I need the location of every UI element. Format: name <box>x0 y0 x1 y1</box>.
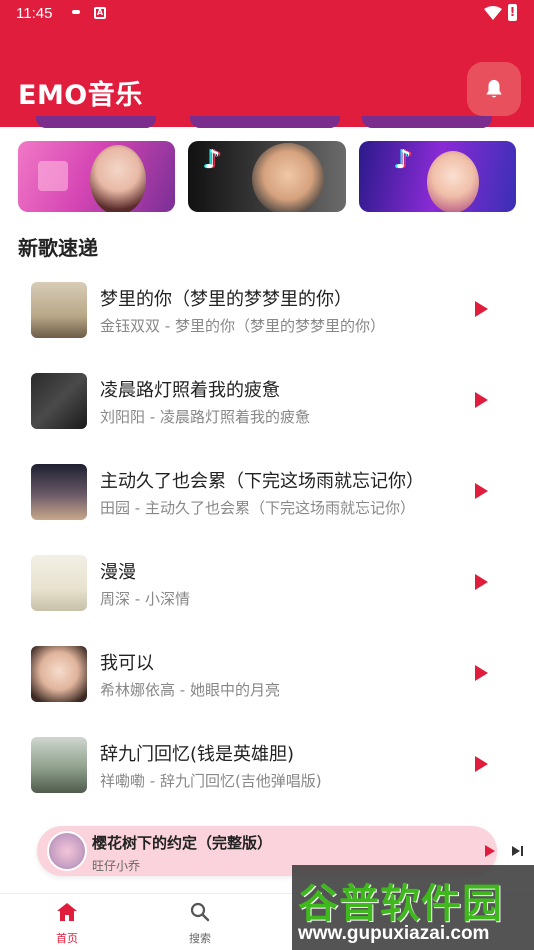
banner-card-2[interactable]: ♪ <box>188 141 346 212</box>
previous-banner-1[interactable] <box>36 116 156 128</box>
song-row[interactable]: 我可以 希林娜依高 - 她眼中的月亮 <box>0 628 534 719</box>
bell-icon <box>486 79 502 98</box>
nav-item-search[interactable]: 搜索 <box>160 900 240 946</box>
song-title: 梦里的你（梦里的梦梦里的你） <box>100 289 352 310</box>
mini-play-button[interactable] <box>483 843 497 859</box>
play-button[interactable] <box>472 391 490 409</box>
watermark-url: www.gupuxiazai.com <box>298 923 490 944</box>
album-cover <box>31 646 87 702</box>
song-artist-album: 希林娜依高 - 她眼中的月亮 <box>100 681 280 699</box>
album-cover <box>31 555 87 611</box>
banner-card-3[interactable]: ♪ <box>359 141 516 212</box>
song-title: 凌晨路灯照着我的疲惫 <box>100 380 280 401</box>
previous-banner-3[interactable] <box>362 116 492 128</box>
tiktok-logo-icon: ♪ <box>204 145 221 175</box>
now-playing-artist: 旺仔小乔 <box>92 859 141 873</box>
song-artist-album: 祥嘞嘞 - 辞九门回忆(吉他弹唱版) <box>100 772 322 790</box>
app-title: EMO音乐 <box>18 80 143 111</box>
album-cover <box>31 464 87 520</box>
now-playing-title: 樱花树下的约定（完整版） <box>92 834 273 852</box>
search-icon <box>190 902 210 922</box>
song-row[interactable]: 凌晨路灯照着我的疲惫 刘阳阳 - 凌晨路灯照着我的疲惫 <box>0 355 534 446</box>
play-button[interactable] <box>472 300 490 318</box>
status-bar: 11:45 A <box>0 0 534 28</box>
notification-button[interactable] <box>467 62 521 116</box>
album-cover <box>31 282 87 338</box>
song-row[interactable]: 辞九门回忆(钱是英雄胆) 祥嘞嘞 - 辞九门回忆(吉他弹唱版) <box>0 719 534 810</box>
song-artist-album: 田园 - 主动久了也会累（下完这场雨就忘记你） <box>100 499 415 517</box>
song-row[interactable]: 梦里的你（梦里的梦梦里的你） 金钰双双 - 梦里的你（梦里的梦梦里的你） <box>0 264 534 355</box>
next-track-button[interactable] <box>511 844 525 858</box>
status-time: 11:45 <box>16 5 53 22</box>
song-title: 漫漫 <box>100 562 136 583</box>
song-artist-album: 金钰双双 - 梦里的你（梦里的梦梦里的你） <box>100 317 385 335</box>
song-artist-album: 刘阳阳 - 凌晨路灯照着我的疲惫 <box>100 408 310 426</box>
watermark-text: 谷普软件园 <box>298 881 503 927</box>
notification-app-icon: A <box>94 7 106 19</box>
previous-banner-2[interactable] <box>190 116 340 128</box>
play-button[interactable] <box>472 573 490 591</box>
nav-label-home: 首页 <box>56 932 78 945</box>
album-cover <box>31 373 87 429</box>
section-title-new-songs: 新歌速递 <box>18 236 98 260</box>
battery-icon <box>508 4 517 21</box>
song-row[interactable]: 漫漫 周深 - 小深情 <box>0 537 534 628</box>
song-artist-album: 周深 - 小深情 <box>100 590 190 608</box>
home-icon <box>57 903 77 921</box>
song-title: 辞九门回忆(钱是英雄胆) <box>100 744 295 765</box>
nav-label-search: 搜索 <box>189 932 211 945</box>
banner-card-1[interactable] <box>18 141 175 212</box>
now-playing-cover <box>47 831 87 871</box>
wifi-icon <box>484 6 502 20</box>
nav-item-home[interactable]: 首页 <box>27 900 107 946</box>
banner-artwork <box>427 151 479 212</box>
play-button[interactable] <box>472 482 490 500</box>
song-row[interactable]: 主动久了也会累（下完这场雨就忘记你） 田园 - 主动久了也会累（下完这场雨就忘记… <box>0 446 534 537</box>
watermark: 谷普软件园 www.gupuxiazai.com <box>292 865 534 950</box>
banner-artwork <box>90 145 146 212</box>
banner-decoration <box>38 161 68 191</box>
song-title: 我可以 <box>100 653 154 674</box>
song-title: 主动久了也会累（下完这场雨就忘记你） <box>100 471 424 492</box>
play-button[interactable] <box>472 664 490 682</box>
album-cover <box>31 737 87 793</box>
tiktok-logo-icon: ♪ <box>395 145 412 175</box>
app-header: 11:45 A EMO音乐 <box>0 0 534 127</box>
notification-dot-icon <box>72 10 80 14</box>
play-button[interactable] <box>472 755 490 773</box>
banner-artwork <box>252 143 324 212</box>
